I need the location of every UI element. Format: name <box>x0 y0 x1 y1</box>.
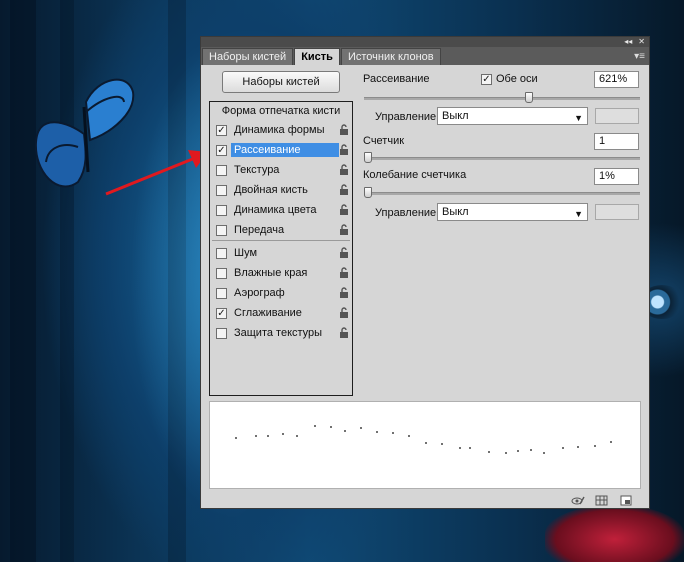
list-item-label: Сглаживание <box>234 307 302 319</box>
count-label: Счетчик <box>363 135 405 147</box>
lock-icon[interactable] <box>339 224 349 235</box>
brush-panel: ◂◂ ✕ Наборы кистей Кисть Источник клонов… <box>200 36 650 509</box>
control-dropdown[interactable]: Выкл ▼ <box>437 107 588 125</box>
list-item-smoothing[interactable]: ✓ Сглаживание <box>210 303 352 323</box>
list-item-label: Рассеивание <box>231 143 339 157</box>
list-item-dual-brush[interactable]: Двойная кисть <box>210 180 352 200</box>
list-item-noise[interactable]: Шум <box>210 243 352 263</box>
lock-icon[interactable] <box>339 287 349 298</box>
checkbox[interactable] <box>216 287 227 299</box>
lock-icon[interactable] <box>339 124 349 135</box>
list-item-label: Текстура <box>234 164 280 176</box>
checkbox[interactable] <box>216 247 227 259</box>
panel-titlebar[interactable]: ◂◂ ✕ <box>201 37 649 47</box>
panel-bottom-toolbar <box>201 492 649 508</box>
collapse-icon[interactable]: ◂◂ <box>624 38 632 46</box>
list-item-brush-tip-shape[interactable]: Форма отпечатка кисти <box>210 102 352 120</box>
checkbox[interactable] <box>216 204 227 216</box>
brush-stroke-preview <box>209 401 641 489</box>
control-dropdown-value: Выкл <box>442 110 469 122</box>
lock-icon[interactable] <box>339 327 349 338</box>
slider-thumb[interactable] <box>525 92 533 103</box>
chevron-down-icon: ▼ <box>574 209 583 219</box>
count-jitter-value-field[interactable]: 1% <box>594 168 639 185</box>
list-item-color-dynamics[interactable]: Динамика цвета <box>210 200 352 220</box>
list-item-label: Динамика цвета <box>234 204 317 216</box>
lock-icon[interactable] <box>339 184 349 195</box>
close-icon[interactable]: ✕ <box>638 38 645 46</box>
grid-icon[interactable] <box>595 495 609 506</box>
lock-icon[interactable] <box>339 267 349 278</box>
control-dropdown-value: Выкл <box>442 206 469 218</box>
list-item-label: Динамика формы <box>234 124 325 136</box>
lock-icon[interactable] <box>339 307 349 318</box>
control-disabled-field <box>595 108 639 124</box>
list-item-label: Шум <box>234 247 258 259</box>
eye-brush-toggle-icon[interactable] <box>571 495 585 506</box>
list-item-transfer[interactable]: Передача <box>210 220 352 240</box>
chevron-down-icon: ▼ <box>574 113 583 123</box>
list-item-protect-texture[interactable]: Защита текстуры <box>210 323 352 343</box>
checkbox[interactable] <box>216 267 227 279</box>
control-dropdown-2[interactable]: Выкл ▼ <box>437 203 588 221</box>
brush-presets-button[interactable]: Наборы кистей <box>222 71 340 93</box>
slider-thumb[interactable] <box>364 152 372 163</box>
list-item-label: Защита текстуры <box>234 327 323 339</box>
brush-settings-list: Форма отпечатка кисти ✓ Динамика формы ✓… <box>209 101 353 396</box>
count-value-field[interactable]: 1 <box>594 133 639 150</box>
checkbox[interactable]: ✓ <box>216 307 227 319</box>
control-label: Управление: <box>375 111 440 123</box>
lock-icon[interactable] <box>339 204 349 215</box>
scatter-slider[interactable] <box>364 92 640 103</box>
lips-image <box>545 505 684 562</box>
list-item-label: Аэрограф <box>234 287 285 299</box>
list-item-scattering[interactable]: ✓ Рассеивание <box>210 140 352 160</box>
both-axes-label: Обе оси <box>496 73 538 85</box>
slider-thumb[interactable] <box>364 187 372 198</box>
scatter-value-field[interactable]: 621% <box>594 71 639 88</box>
count-slider[interactable] <box>364 152 640 163</box>
checkbox[interactable] <box>216 164 227 176</box>
control-label-2: Управление: <box>375 207 440 219</box>
both-axes-checkbox[interactable]: ✓ <box>481 74 492 85</box>
list-item-label: Передача <box>234 224 285 236</box>
tab-clone-source[interactable]: Источник клонов <box>340 48 441 65</box>
count-jitter-label: Колебание счетчика <box>363 169 467 181</box>
list-item-shape-dynamics[interactable]: ✓ Динамика формы <box>210 120 352 140</box>
tab-brush[interactable]: Кисть <box>294 48 340 65</box>
lock-icon[interactable] <box>339 164 349 175</box>
list-item-wet-edges[interactable]: Влажные края <box>210 263 352 283</box>
panel-menu-icon[interactable]: ▾≡ <box>634 51 645 62</box>
lock-icon[interactable] <box>339 247 349 258</box>
scatter-label: Рассеивание <box>363 73 430 85</box>
count-jitter-slider[interactable] <box>364 187 640 198</box>
checkbox[interactable] <box>216 184 227 196</box>
list-item-label: Влажные края <box>234 267 308 279</box>
checkbox[interactable]: ✓ <box>216 124 227 136</box>
lock-icon[interactable] <box>339 144 349 155</box>
new-preset-icon[interactable] <box>619 495 633 506</box>
checkbox[interactable] <box>216 327 227 339</box>
tab-bar: Наборы кистей Кисть Источник клонов ▾≡ <box>201 47 649 65</box>
list-item-label: Двойная кисть <box>234 184 308 196</box>
checkbox[interactable]: ✓ <box>216 144 227 156</box>
red-arrow-annotation <box>105 150 208 196</box>
control-disabled-field-2 <box>595 204 639 220</box>
list-item-texture[interactable]: Текстура <box>210 160 352 180</box>
tab-brush-presets[interactable]: Наборы кистей <box>202 48 294 65</box>
list-item-airbrush[interactable]: Аэрограф <box>210 283 352 303</box>
checkbox[interactable] <box>216 224 227 236</box>
